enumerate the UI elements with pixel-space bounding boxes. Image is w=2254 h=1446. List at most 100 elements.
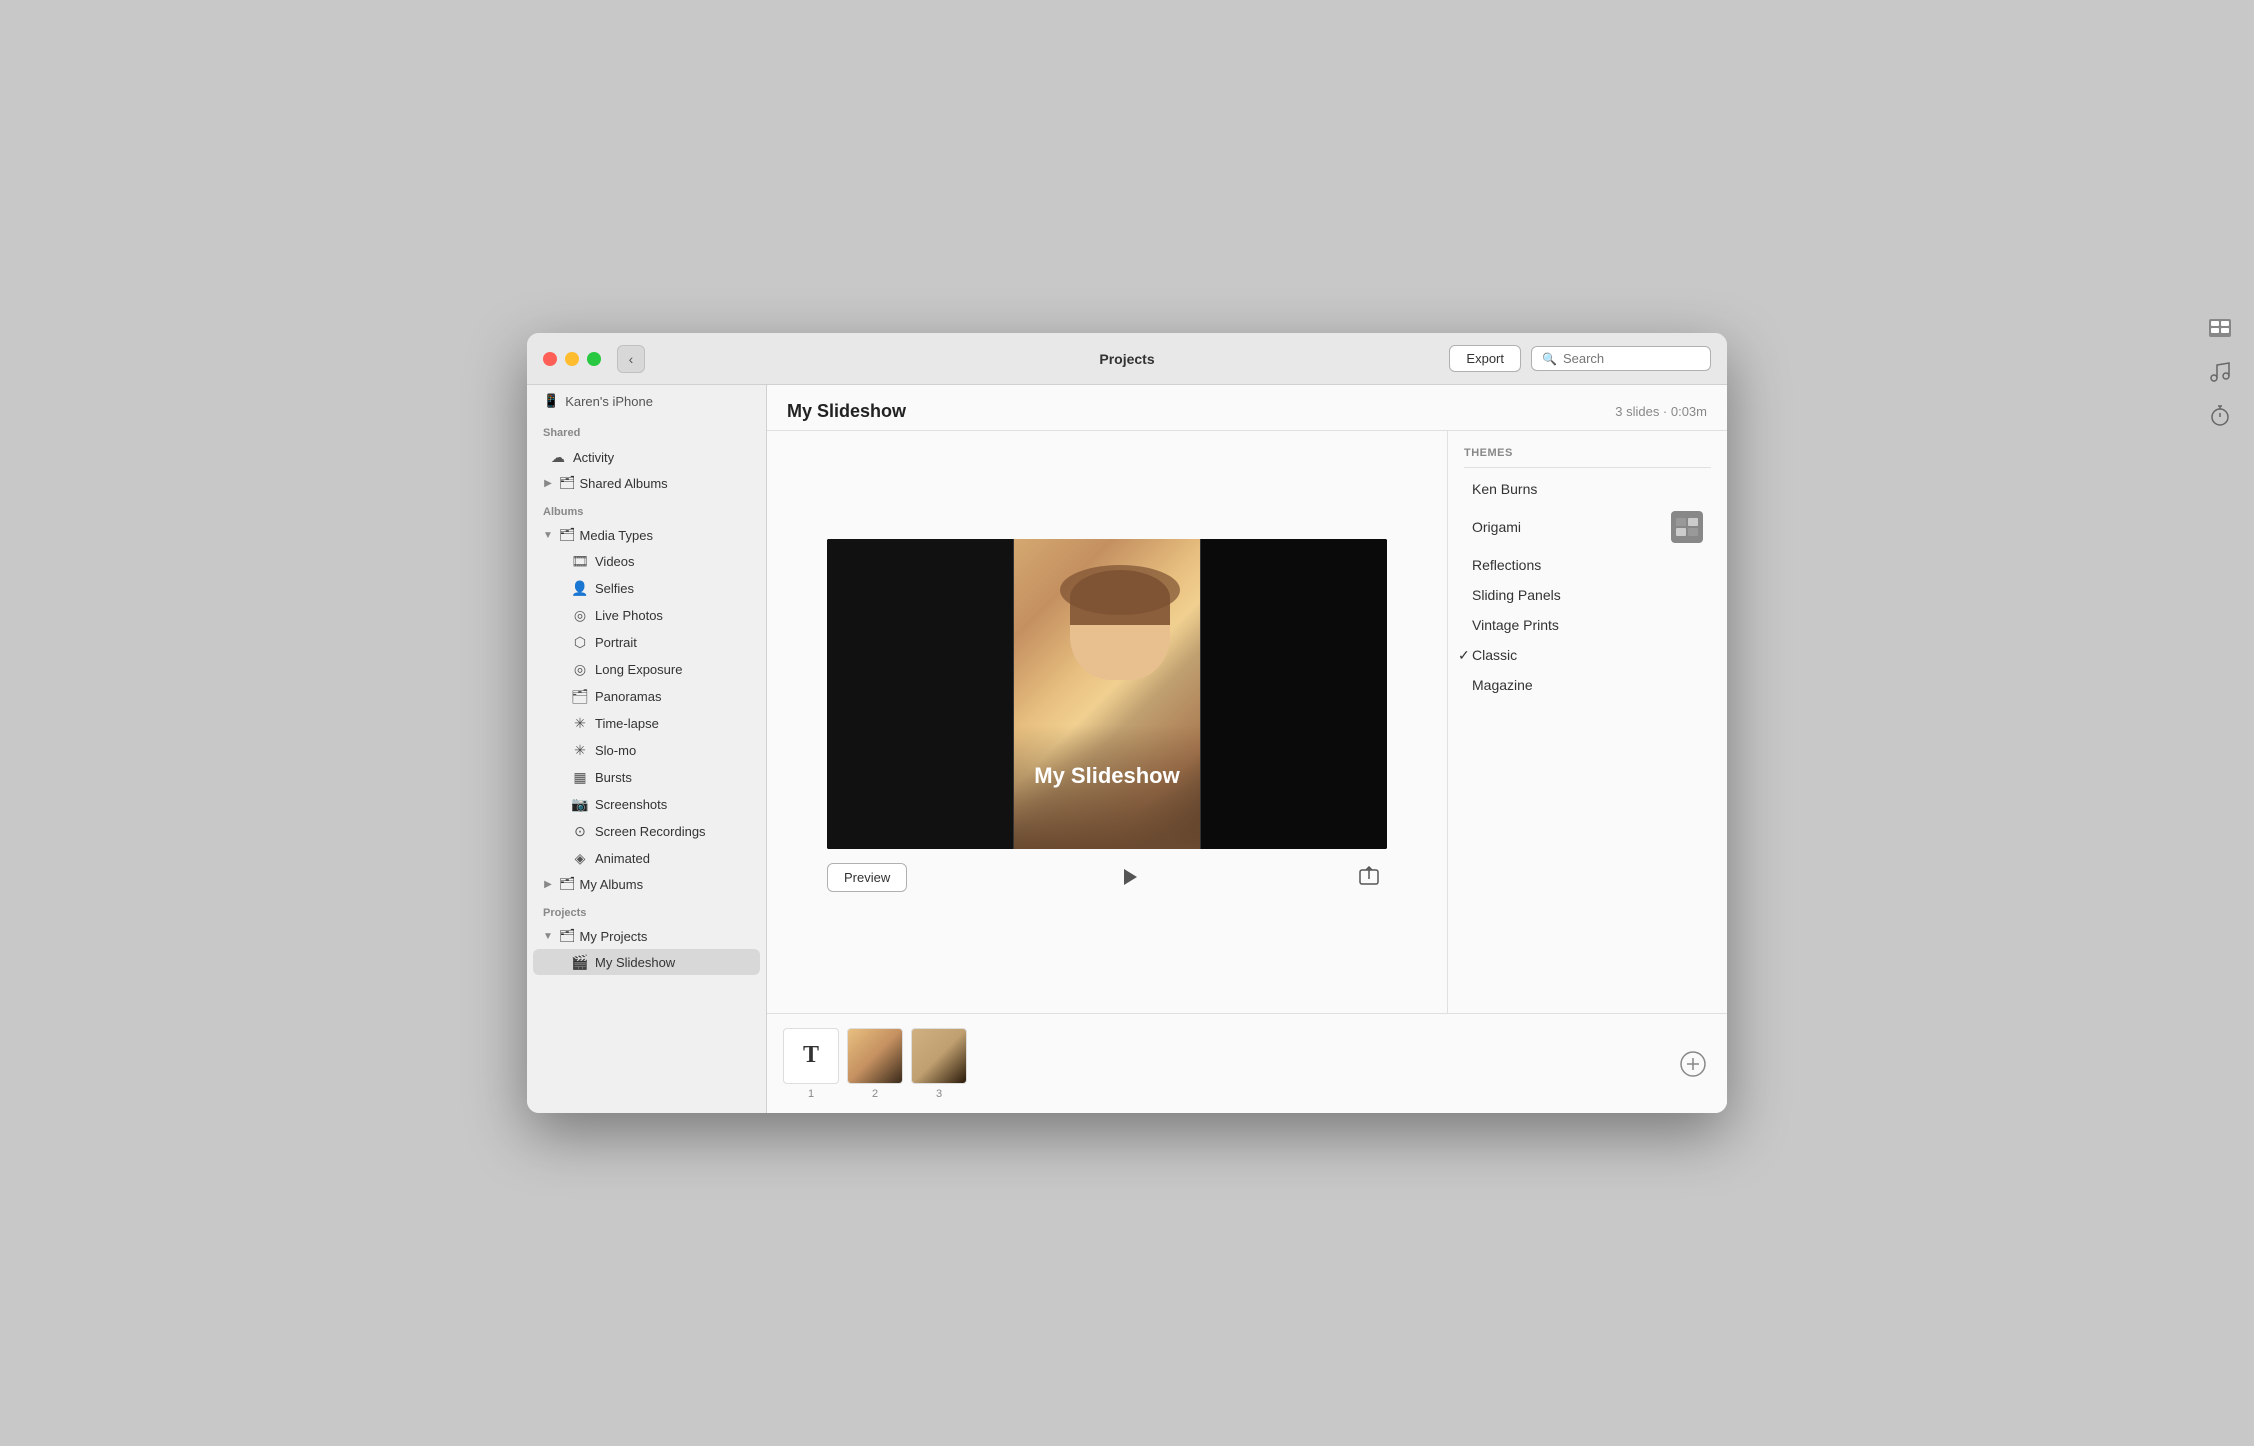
panoramas-icon: 🗂 bbox=[571, 687, 589, 705]
share-button[interactable] bbox=[1351, 859, 1387, 895]
screen-recordings-icon: ⊙ bbox=[571, 822, 589, 840]
sidebar-item-shared-albums[interactable]: 🗂 Shared Albums bbox=[533, 471, 760, 495]
sidebar-item-panoramas[interactable]: 🗂 Panoramas bbox=[533, 683, 760, 709]
add-icon bbox=[1679, 1050, 1707, 1078]
add-slide-button[interactable] bbox=[1675, 1046, 1711, 1082]
portrait-label: Portrait bbox=[595, 635, 750, 650]
filmstrip-item-1[interactable]: T 1 bbox=[783, 1028, 839, 1100]
sidebar-item-slomo[interactable]: ✳ Slo-mo bbox=[533, 737, 760, 763]
content-header: My Slideshow 3 slides · 0:03m bbox=[767, 385, 1727, 431]
sidebar-item-bursts[interactable]: ▦ Bursts bbox=[533, 764, 760, 790]
animated-icon: ◈ bbox=[571, 849, 589, 867]
filmstrip-item-3[interactable]: 3 bbox=[911, 1028, 967, 1100]
sidebar-item-my-projects[interactable]: 🗂 My Projects bbox=[533, 924, 760, 948]
theme-item-vintage-prints[interactable]: Vintage Prints bbox=[1464, 610, 1711, 640]
sidebar-item-media-types[interactable]: 🗂 Media Types bbox=[533, 523, 760, 547]
media-types-chevron bbox=[541, 528, 555, 542]
video-container: My Slideshow bbox=[827, 539, 1387, 849]
traffic-lights bbox=[543, 352, 601, 366]
slideshow-overlay-title: My Slideshow bbox=[827, 763, 1387, 789]
filmstrip-item-2[interactable]: 2 bbox=[847, 1028, 903, 1100]
search-icon: 🔍 bbox=[1542, 352, 1557, 366]
sidebar-item-timelapse[interactable]: ✳ Time-lapse bbox=[533, 710, 760, 736]
portrait-icon: ⬡ bbox=[571, 633, 589, 651]
slideshow-icon: 🎬 bbox=[571, 953, 589, 971]
child-photo-inner bbox=[1014, 539, 1201, 849]
theme-item-origami[interactable]: Origami bbox=[1464, 504, 1711, 550]
screenshots-label: Screenshots bbox=[595, 797, 750, 812]
my-slideshow-sidebar-label: My Slideshow bbox=[595, 955, 750, 970]
window-title: Projects bbox=[1099, 351, 1154, 367]
sidebar-item-selfies[interactable]: 👤 Selfies bbox=[533, 575, 760, 601]
slomo-icon: ✳ bbox=[571, 741, 589, 759]
my-projects-icon: 🗂 bbox=[559, 928, 576, 944]
theme-label-reflections: Reflections bbox=[1472, 557, 1541, 573]
export-button[interactable]: Export bbox=[1449, 345, 1521, 372]
sidebar-item-long-exposure[interactable]: ◎ Long Exposure bbox=[533, 656, 760, 682]
karens-iphone-label: Karen's iPhone bbox=[565, 394, 653, 409]
live-photos-icon: ◎ bbox=[571, 606, 589, 624]
filmstrip-thumb-1: T bbox=[783, 1028, 839, 1084]
videos-icon: 🎞 bbox=[571, 552, 589, 570]
timelapse-icon: ✳ bbox=[571, 714, 589, 732]
themes-label: THEMES bbox=[1464, 447, 1711, 459]
video-controls: Preview bbox=[827, 849, 1387, 905]
preview-button[interactable]: Preview bbox=[827, 863, 907, 892]
search-input[interactable] bbox=[1563, 351, 1700, 366]
theme-label-magazine: Magazine bbox=[1472, 677, 1533, 693]
minimize-button[interactable] bbox=[565, 352, 579, 366]
theme-label-ken-burns: Ken Burns bbox=[1472, 481, 1537, 497]
filmstrip-num-3: 3 bbox=[936, 1088, 942, 1100]
sidebar-item-activity[interactable]: ☁ Activity bbox=[533, 444, 760, 470]
content-area: My Slideshow 3 slides · 0:03m bbox=[767, 385, 1727, 1113]
sidebar-item-animated[interactable]: ◈ Animated bbox=[533, 845, 760, 871]
icon-cell-1 bbox=[1676, 518, 1686, 526]
content-meta: 3 slides · 0:03m bbox=[1615, 404, 1707, 419]
sidebar-item-live-photos[interactable]: ◎ Live Photos bbox=[533, 602, 760, 628]
media-types-icon: 🗂 bbox=[559, 527, 576, 543]
activity-icon: ☁ bbox=[549, 448, 567, 466]
themes-panel: THEMES Ken Burns Origami bbox=[1447, 431, 1727, 1013]
my-projects-label: My Projects bbox=[580, 929, 648, 944]
sidebar-item-karens-iphone[interactable]: 📱 Karen's iPhone bbox=[527, 389, 766, 413]
video-panel-left bbox=[827, 539, 1014, 849]
screenshots-icon: 📷 bbox=[571, 795, 589, 813]
filmstrip-thumb-3 bbox=[911, 1028, 967, 1084]
sidebar-item-my-albums[interactable]: 🗂 My Albums bbox=[533, 872, 760, 896]
sidebar-item-my-slideshow[interactable]: 🎬 My Slideshow bbox=[533, 949, 760, 975]
theme-item-reflections[interactable]: Reflections bbox=[1464, 550, 1711, 580]
theme-item-ken-burns[interactable]: Ken Burns bbox=[1464, 474, 1711, 504]
my-albums-chevron bbox=[541, 877, 555, 891]
video-panels bbox=[827, 539, 1387, 849]
shared-section-label: Shared bbox=[527, 417, 766, 443]
theme-label-vintage-prints: Vintage Prints bbox=[1472, 617, 1559, 633]
sidebar-item-screenshots[interactable]: 📷 Screenshots bbox=[533, 791, 760, 817]
titlebar-actions: Export 🔍 bbox=[1449, 345, 1711, 372]
selfies-icon: 👤 bbox=[571, 579, 589, 597]
long-exposure-label: Long Exposure bbox=[595, 662, 750, 677]
long-exposure-icon: ◎ bbox=[571, 660, 589, 678]
sidebar-item-screen-recordings[interactable]: ⊙ Screen Recordings bbox=[533, 818, 760, 844]
shared-albums-label: Shared Albums bbox=[580, 476, 668, 491]
slideshow-area: My Slideshow Preview bbox=[767, 431, 1727, 1013]
media-types-label: Media Types bbox=[580, 528, 653, 543]
sidebar: 📱 Karen's iPhone Shared ☁ Activity 🗂 Sha… bbox=[527, 385, 767, 1113]
theme-item-sliding-panels[interactable]: Sliding Panels bbox=[1464, 580, 1711, 610]
my-albums-label: My Albums bbox=[580, 877, 644, 892]
play-icon bbox=[1119, 867, 1139, 887]
theme-item-classic[interactable]: ✓ Classic bbox=[1464, 640, 1711, 670]
activity-label: Activity bbox=[573, 450, 750, 465]
app-window: ‹ Projects Export 🔍 📱 Karen's iPhone Sha… bbox=[527, 333, 1727, 1113]
live-photos-label: Live Photos bbox=[595, 608, 750, 623]
share-icon bbox=[1358, 866, 1380, 888]
maximize-button[interactable] bbox=[587, 352, 601, 366]
sidebar-item-videos[interactable]: 🎞 Videos bbox=[533, 548, 760, 574]
icon-cell-3 bbox=[1676, 528, 1686, 536]
theme-item-magazine[interactable]: Magazine bbox=[1464, 670, 1711, 700]
back-button[interactable]: ‹ bbox=[617, 345, 645, 373]
play-button[interactable] bbox=[1111, 859, 1147, 895]
theme-icon-stack bbox=[1676, 518, 1698, 536]
sidebar-item-portrait[interactable]: ⬡ Portrait bbox=[533, 629, 760, 655]
close-button[interactable] bbox=[543, 352, 557, 366]
my-projects-chevron bbox=[541, 929, 555, 943]
